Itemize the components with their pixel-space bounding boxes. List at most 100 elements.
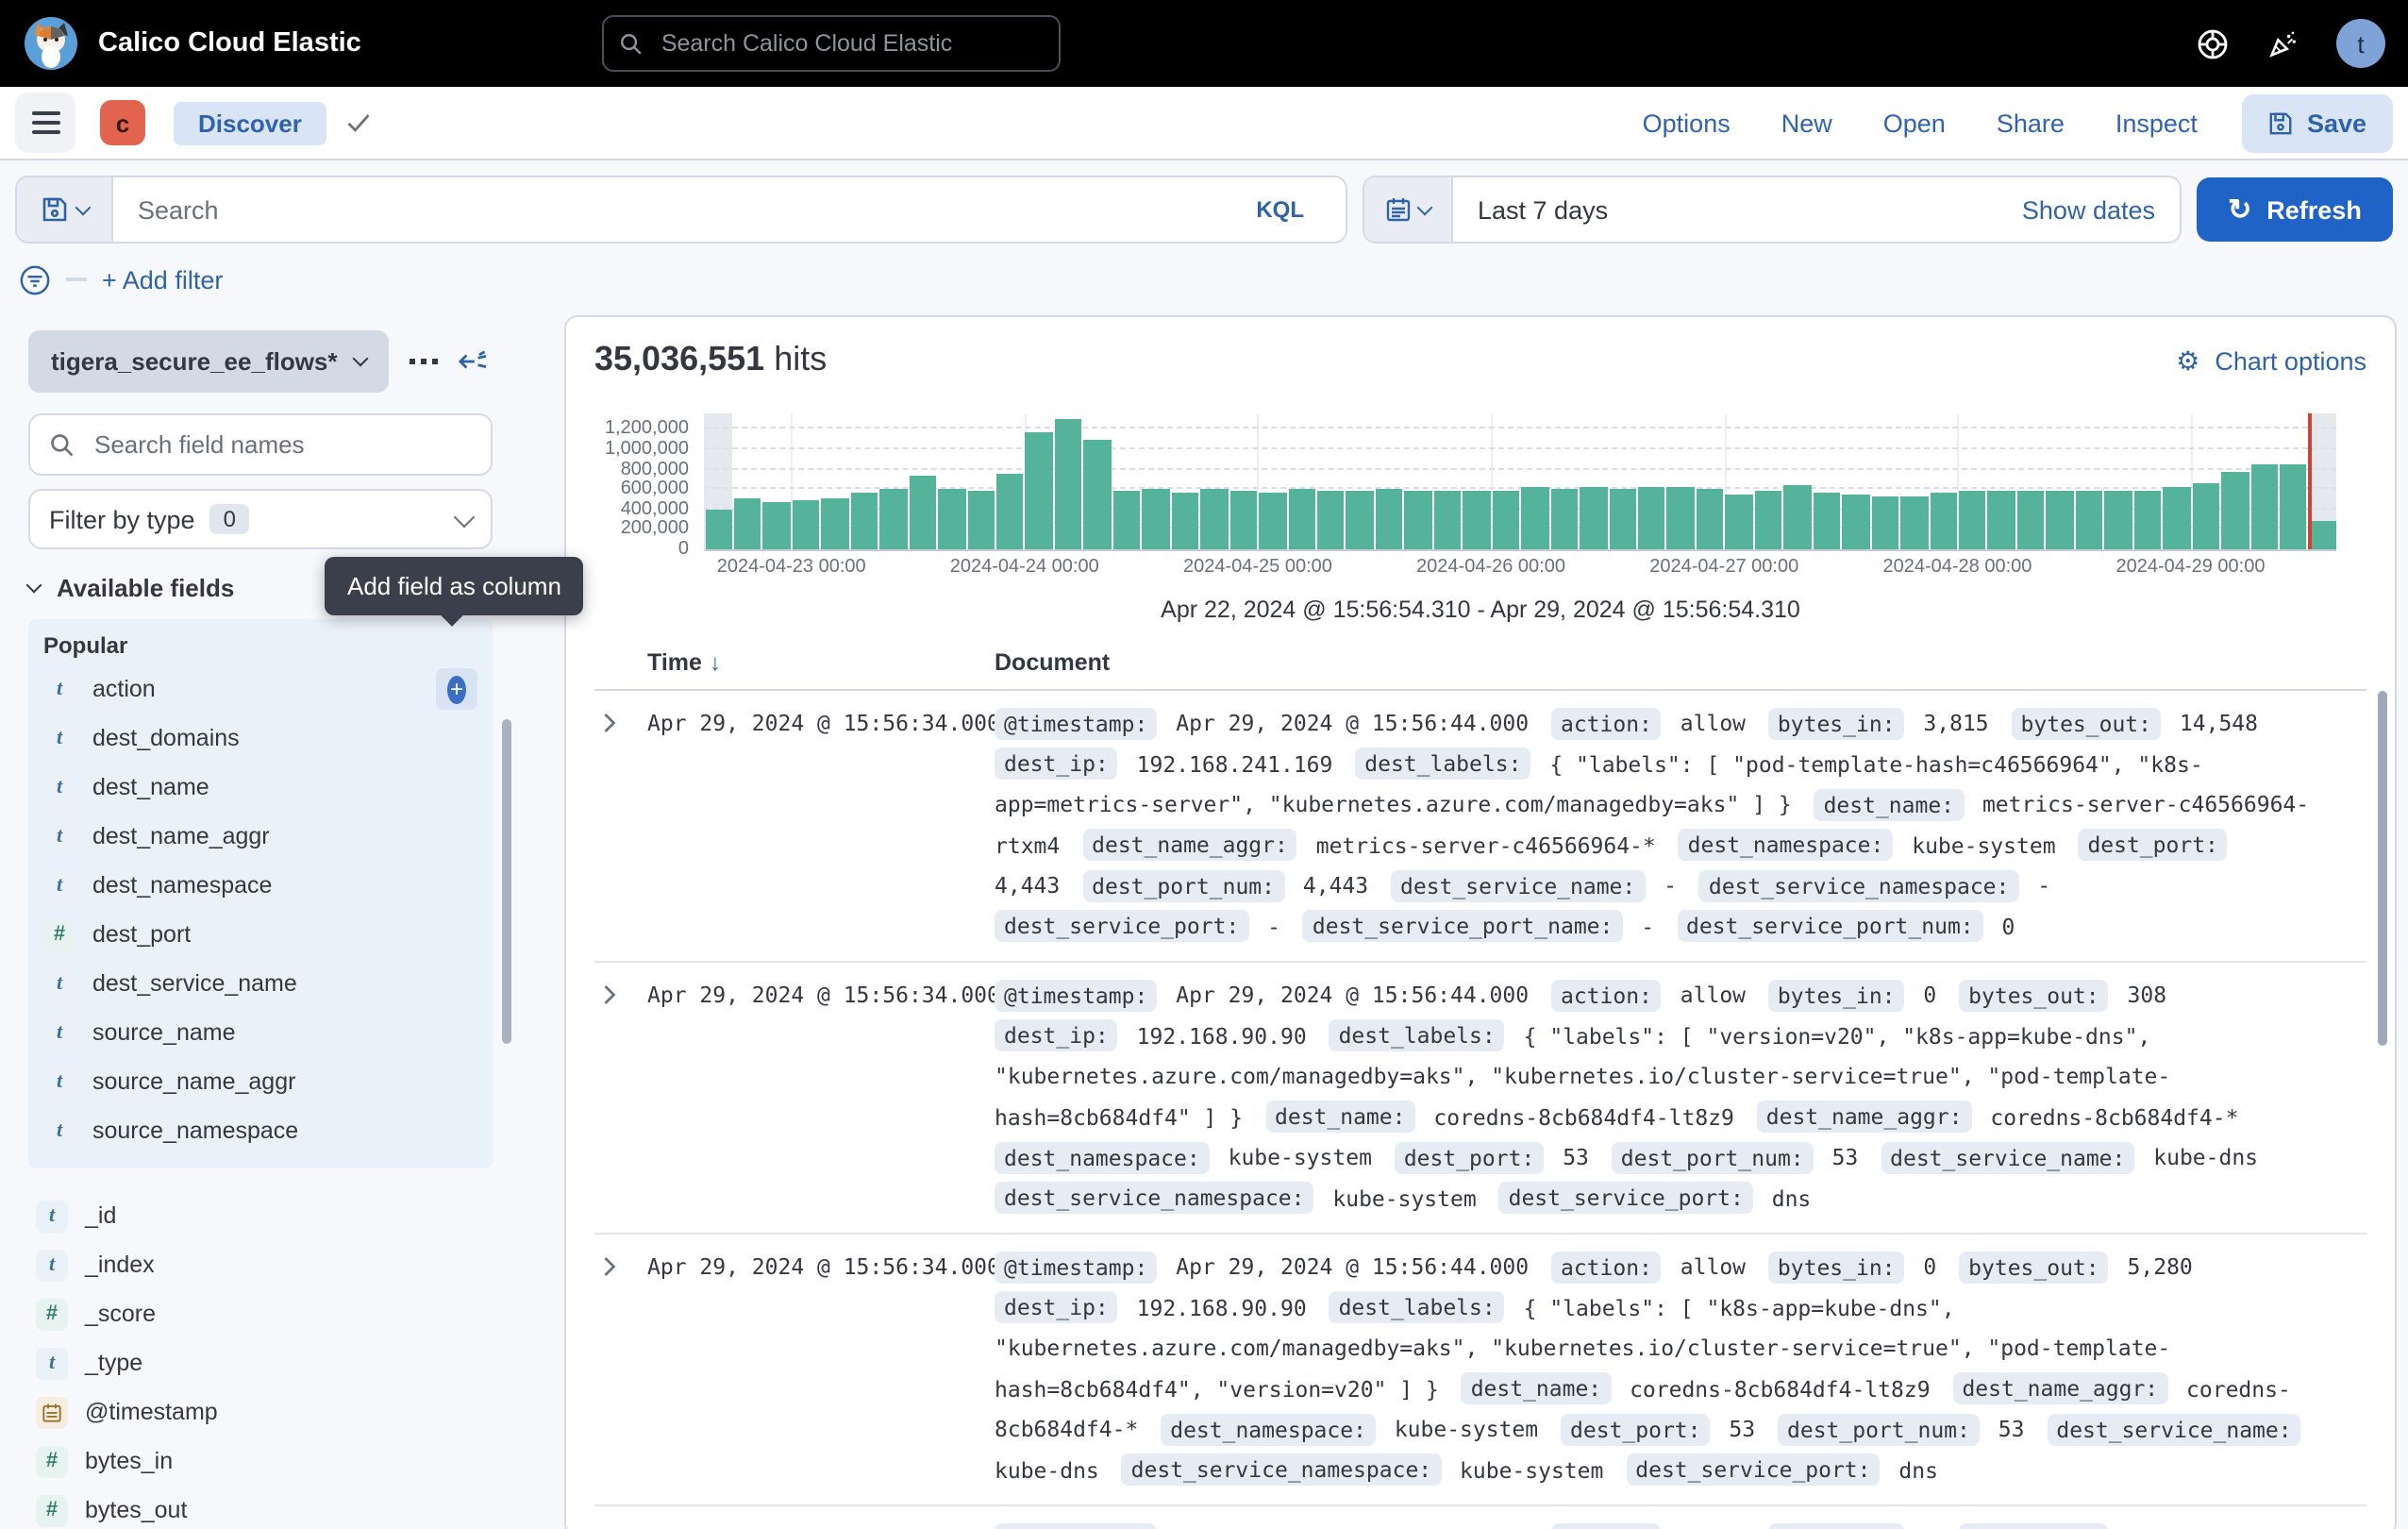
doc-field-key[interactable]: dest_name_aggr:	[1082, 829, 1297, 861]
histogram-bar[interactable]	[879, 488, 907, 549]
whats-new-icon[interactable]	[2266, 27, 2299, 59]
toolbar-menu-options[interactable]: Options	[1643, 109, 1731, 137]
histogram-bar[interactable]	[1055, 418, 1082, 549]
field-item-action[interactable]: taction+	[40, 664, 481, 714]
doc-field-key[interactable]: dest_service_port_name:	[1303, 910, 1623, 942]
field-settings-icon[interactable]	[410, 359, 439, 365]
histogram-bar[interactable]	[2105, 490, 2132, 549]
histogram-bar[interactable]	[2192, 483, 2219, 549]
histogram-bar[interactable]	[1959, 491, 1986, 549]
histogram-bar[interactable]	[2309, 521, 2336, 549]
index-pattern-selector[interactable]: tigera_secure_ee_flows*	[28, 330, 389, 393]
histogram-bar[interactable]	[793, 500, 820, 549]
histogram-bar[interactable]	[1900, 496, 1928, 549]
field-item-dest_name[interactable]: tdest_name	[40, 763, 481, 812]
histogram-bar[interactable]	[1434, 491, 1462, 549]
toolbar-menu-open[interactable]: Open	[1883, 109, 1946, 137]
add-filter-button[interactable]: + Add filter	[102, 265, 223, 294]
field-item-@timestamp[interactable]: @timestamp	[32, 1387, 481, 1437]
histogram-bar[interactable]	[1317, 491, 1345, 549]
toolbar-menu-new[interactable]: New	[1781, 109, 1832, 137]
doc-field-key[interactable]: dest_namespace:	[1679, 829, 1894, 861]
doc-field-key[interactable]: dest_service_namespace:	[1699, 869, 2019, 901]
doc-field-key[interactable]: dest_labels:	[1355, 748, 1530, 780]
histogram-bar[interactable]	[1463, 491, 1491, 549]
field-item-dest_name_aggr[interactable]: tdest_name_aggr	[40, 812, 481, 861]
doc-field-key[interactable]: dest_name_aggr:	[1757, 1101, 1972, 1133]
doc-field-key[interactable]: @timestamp:	[995, 1251, 1157, 1283]
doc-field-key[interactable]: dest_name:	[1814, 788, 1965, 820]
histogram-bar[interactable]	[1726, 494, 1753, 549]
sort-desc-icon[interactable]: ↓	[710, 649, 721, 676]
histogram-bar[interactable]	[996, 475, 1024, 549]
doc-field-key[interactable]: @timestamp:	[995, 979, 1157, 1011]
doc-field-key[interactable]: @timestamp:	[995, 707, 1157, 739]
field-search[interactable]	[28, 413, 493, 476]
field-item-dest_service_name[interactable]: tdest_service_name	[40, 959, 481, 1008]
histogram-bar[interactable]	[1550, 490, 1578, 550]
field-item-dest_port[interactable]: #dest_port	[40, 910, 481, 959]
doc-field-key[interactable]: action:	[1551, 1522, 1662, 1529]
doc-field-key[interactable]: dest_labels:	[1329, 1291, 1505, 1323]
doc-field-key[interactable]: action:	[1551, 979, 1662, 1011]
doc-field-key[interactable]: dest_namespace:	[995, 1141, 1210, 1173]
doc-field-key[interactable]: dest_service_name:	[1881, 1141, 2134, 1173]
field-item-source_name[interactable]: tsource_name	[40, 1008, 481, 1057]
histogram-bar[interactable]	[1784, 485, 1812, 549]
doc-field-key[interactable]: action:	[1551, 707, 1662, 739]
doc-field-key[interactable]: bytes_in:	[1768, 707, 1905, 739]
doc-field-key[interactable]: dest_port_num:	[1778, 1413, 1980, 1445]
field-item-type[interactable]: t_type	[32, 1338, 481, 1387]
sidebar-scrollbar[interactable]	[502, 719, 511, 1044]
breadcrumb[interactable]: Discover	[174, 101, 326, 144]
doc-field-key[interactable]: dest_service_port:	[1626, 1453, 1880, 1486]
histogram-bar[interactable]	[2163, 487, 2190, 549]
doc-field-key[interactable]: bytes_out:	[1959, 979, 2109, 1011]
histogram-plot[interactable]	[704, 413, 2336, 551]
calendar-menu-button[interactable]	[1364, 177, 1453, 242]
histogram-bar[interactable]	[705, 510, 732, 549]
doc-field-key[interactable]: dest_port:	[1395, 1141, 1545, 1173]
time-range-value[interactable]: Last 7 days	[1453, 177, 2022, 242]
field-item-score[interactable]: #_score	[32, 1289, 481, 1338]
show-dates-button[interactable]: Show dates	[2022, 177, 2180, 242]
histogram-bar[interactable]	[1259, 493, 1286, 549]
histogram-bar[interactable]	[1229, 492, 1257, 549]
doc-field-key[interactable]: bytes_out:	[2012, 707, 2162, 739]
histogram-bar[interactable]	[2017, 491, 2045, 549]
field-item-source_namespace[interactable]: tsource_namespace	[40, 1106, 481, 1155]
field-item-index[interactable]: t_index	[32, 1240, 481, 1289]
doc-field-key[interactable]: dest_service_namespace:	[1122, 1453, 1442, 1486]
menu-icon[interactable]	[15, 92, 75, 153]
doc-field-key[interactable]: dest_service_port:	[995, 910, 1248, 942]
chart-options-button[interactable]: ⚙ Chart options	[2176, 346, 2366, 375]
histogram-bar[interactable]	[1638, 488, 1665, 549]
field-item-source_name_aggr[interactable]: tsource_name_aggr	[40, 1057, 481, 1106]
global-search[interactable]	[603, 15, 1062, 72]
histogram-bar[interactable]	[2047, 490, 2074, 549]
add-field-as-column-button[interactable]: +	[436, 668, 477, 710]
doc-field-key[interactable]: action:	[1551, 1251, 1662, 1283]
avatar[interactable]: t	[2336, 19, 2385, 68]
histogram-bar[interactable]	[1084, 440, 1112, 549]
histogram-bar[interactable]	[2221, 471, 2249, 549]
field-item-id[interactable]: t_id	[32, 1191, 481, 1240]
doc-field-key[interactable]: dest_labels:	[1329, 1019, 1505, 1051]
histogram-bar[interactable]	[1492, 490, 1519, 549]
doc-field-key[interactable]: dest_port_num:	[1612, 1141, 1814, 1173]
field-item-dest_domains[interactable]: tdest_domains	[40, 714, 481, 763]
doc-field-key[interactable]: bytes_in:	[1768, 1251, 1905, 1283]
histogram-bar[interactable]	[1200, 489, 1228, 549]
saved-query-menu-button[interactable]	[17, 177, 113, 242]
histogram-bar[interactable]	[2250, 465, 2278, 549]
doc-field-key[interactable]: bytes_out:	[1959, 1251, 2109, 1283]
histogram-bar[interactable]	[1842, 495, 1869, 549]
filter-menu-icon[interactable]	[19, 263, 51, 295]
doc-field-key[interactable]: dest_service_name:	[2047, 1413, 2300, 1445]
histogram-bar[interactable]	[1346, 491, 1374, 549]
doc-field-key[interactable]: dest_port:	[1561, 1413, 1711, 1445]
toolbar-menu-inspect[interactable]: Inspect	[2115, 109, 2198, 137]
doc-field-key[interactable]: dest_service_port:	[1499, 1182, 1753, 1214]
doc-field-key[interactable]: dest_service_port_num:	[1677, 910, 1983, 942]
doc-field-key[interactable]: dest_name_aggr:	[1952, 1372, 2167, 1404]
